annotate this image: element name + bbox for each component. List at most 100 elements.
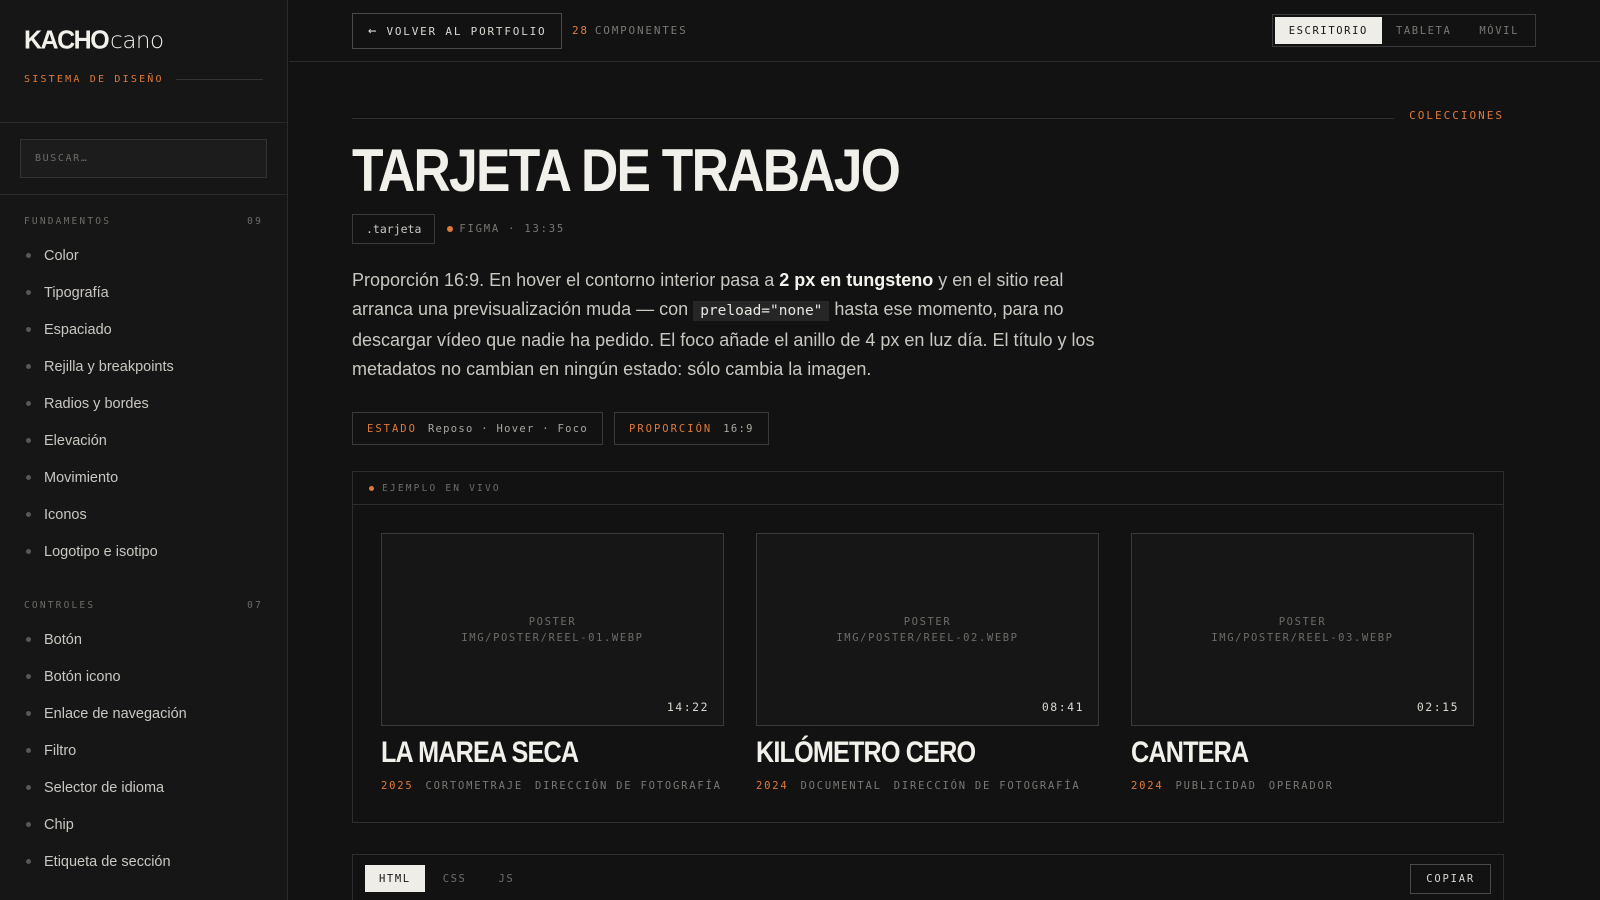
bullet-icon [26, 748, 31, 753]
duration-badge: 14:22 [666, 700, 709, 714]
duration-badge: 08:41 [1041, 700, 1084, 714]
search-input[interactable] [20, 139, 267, 178]
sidebar-item-iconos[interactable]: Iconos [24, 496, 263, 533]
sidebar-item-logotipo[interactable]: Logotipo e isotipo [24, 533, 263, 570]
work-card[interactable]: POSTER IMG/POSTER/REEL-02.WEBP 08:41 KIL… [756, 533, 1099, 792]
figma-link[interactable]: FIGMA · 13:35 [447, 223, 565, 235]
card-meta: 2025 CORTOMETRAJE DIRECCIÓN DE FOTOGRAFÍ… [381, 780, 724, 792]
back-to-portfolio-button[interactable]: ← VOLVER AL PORTFOLIO [352, 13, 563, 49]
card-role: OPERADOR [1268, 780, 1334, 792]
sidebar-item-label: Botón [44, 631, 82, 648]
class-tag: .tarjeta [352, 214, 436, 244]
card-type: CORTOMETRAJE [425, 780, 523, 792]
poster-placeholder[interactable]: POSTER IMG/POSTER/REEL-03.WEBP 02:15 [1131, 533, 1474, 726]
sidebar-item-label: Chip [44, 816, 74, 833]
nav-group-title: CONTROLES [24, 600, 96, 611]
sidebar-item-enlace[interactable]: Enlace de navegación [24, 695, 263, 732]
code-tab-css[interactable]: CSS [429, 865, 481, 892]
sidebar-item-boton-icono[interactable]: Botón icono [24, 658, 263, 695]
poster-label: POSTER [1278, 616, 1327, 628]
description-code: preload="none" [693, 301, 830, 321]
figma-label: FIGMA · 13:35 [459, 223, 565, 235]
card-title: CANTERA [1131, 736, 1249, 769]
code-tab-js[interactable]: JS [484, 865, 528, 892]
poster-label: POSTER [528, 616, 577, 628]
poster-placeholder[interactable]: POSTER IMG/POSTER/REEL-01.WEBP 14:22 [381, 533, 724, 726]
bullet-icon [26, 512, 31, 517]
code-panel-header: HTML CSS JS COPIAR [352, 854, 1504, 900]
sidebar-item-selector-idioma[interactable]: Selector de idioma [24, 769, 263, 806]
divider [175, 79, 263, 80]
main-content: ← VOLVER AL PORTFOLIO 28 COMPONENTES ESCR… [289, 0, 1600, 900]
bullet-icon [26, 401, 31, 406]
sidebar-item-elevacion[interactable]: Elevación [24, 422, 263, 459]
component-count: 28 COMPONENTES [572, 24, 688, 37]
poster-path: IMG/POSTER/REEL-01.WEBP [461, 632, 644, 644]
sidebar-item-label: Filtro [44, 742, 77, 759]
bullet-icon [26, 327, 31, 332]
search-container [0, 123, 287, 195]
bullet-icon [26, 637, 31, 642]
nav-group-count: 09 [247, 216, 263, 227]
logo[interactable]: KACHO cano [24, 25, 263, 56]
brand-block: KACHO cano SISTEMA DE DISEÑO [0, 0, 287, 123]
sidebar-item-label: Logotipo e isotipo [44, 543, 158, 560]
sidebar-item-etiqueta[interactable]: Etiqueta de sección [24, 843, 263, 880]
back-button-label: VOLVER AL PORTFOLIO [386, 24, 547, 38]
component-count-number: 28 [572, 24, 589, 37]
sidebar-item-espaciado[interactable]: Espaciado [24, 311, 263, 348]
sidebar-item-boton[interactable]: Botón [24, 621, 263, 658]
code-tab-html[interactable]: HTML [365, 865, 425, 892]
viewport-mobile-tab[interactable]: MÓVIL [1465, 17, 1533, 44]
logo-bold: KACHO [24, 25, 110, 55]
sidebar-item-filtro[interactable]: Filtro [24, 732, 263, 769]
nav-group-fundamentos: FUNDAMENTOS 09 Color Tipografía Espaciad… [0, 216, 287, 570]
page-title: TARJETA DE TRABAJO [352, 137, 901, 204]
bullet-icon [26, 475, 31, 480]
bullet-icon [26, 290, 31, 295]
component-page: COLECCIONES TARJETA DE TRABAJO .tarjeta … [352, 62, 1504, 900]
sidebar-item-radios[interactable]: Radios y bordes [24, 385, 263, 422]
work-card[interactable]: POSTER IMG/POSTER/REEL-01.WEBP 14:22 LA … [381, 533, 724, 792]
card-type: PUBLICIDAD [1175, 780, 1257, 792]
topbar: ← VOLVER AL PORTFOLIO 28 COMPONENTES ESCR… [289, 0, 1600, 62]
property-value: Reposo · Hover · Foco [427, 422, 588, 435]
duration-badge: 02:15 [1416, 700, 1459, 714]
card-meta: 2024 DOCUMENTAL DIRECCIÓN DE FOTOGRAFÍA [756, 780, 1099, 792]
sidebar-item-label: Radios y bordes [44, 395, 149, 412]
bullet-icon [26, 549, 31, 554]
sidebar-item-label: Movimiento [44, 469, 119, 486]
status-dot-icon [447, 226, 454, 232]
sidebar-item-label: Etiqueta de sección [44, 853, 171, 870]
card-year: 2024 [1131, 780, 1164, 792]
description-text: Proporción 16:9. En hover el contorno in… [352, 270, 780, 290]
poster-placeholder[interactable]: POSTER IMG/POSTER/REEL-02.WEBP 08:41 [756, 533, 1099, 726]
bullet-icon [26, 822, 31, 827]
nav-group-count: 07 [247, 600, 263, 611]
property-ratio: PROPORCIÓN 16:9 [614, 412, 769, 445]
live-example-label: EJEMPLO EN VIVO [382, 482, 501, 494]
component-count-label: COMPONENTES [594, 24, 688, 37]
sidebar-item-movimiento[interactable]: Movimiento [24, 459, 263, 496]
viewport-desktop-tab[interactable]: ESCRITORIO [1274, 17, 1382, 44]
property-key: PROPORCIÓN [629, 422, 713, 435]
property-tags: ESTADO Reposo · Hover · Foco PROPORCIÓN … [352, 412, 1504, 445]
sidebar-item-label: Enlace de navegación [44, 705, 187, 722]
sidebar-item-color[interactable]: Color [24, 237, 263, 274]
work-card[interactable]: POSTER IMG/POSTER/REEL-03.WEBP 02:15 CAN… [1131, 533, 1474, 792]
sidebar-item-chip[interactable]: Chip [24, 806, 263, 843]
sidebar-item-tipografia[interactable]: Tipografía [24, 274, 263, 311]
sidebar-item-label: Elevación [44, 432, 107, 449]
copy-button[interactable]: COPIAR [1410, 864, 1491, 894]
nav-group-title: FUNDAMENTOS [24, 216, 112, 227]
poster-label: POSTER [903, 616, 952, 628]
sidebar-item-rejilla[interactable]: Rejilla y breakpoints [24, 348, 263, 385]
viewport-tablet-tab[interactable]: TABLETA [1382, 17, 1465, 44]
logo-light: cano [110, 28, 164, 54]
bullet-icon [26, 253, 31, 258]
section-label[interactable]: COLECCIONES [1409, 109, 1504, 122]
live-dot-icon [369, 485, 374, 491]
live-example-panel: EJEMPLO EN VIVO POSTER IMG/POSTER/REEL-0… [352, 471, 1504, 823]
sidebar-item-label: Color [44, 247, 79, 264]
arrow-left-icon: ← [368, 23, 377, 39]
